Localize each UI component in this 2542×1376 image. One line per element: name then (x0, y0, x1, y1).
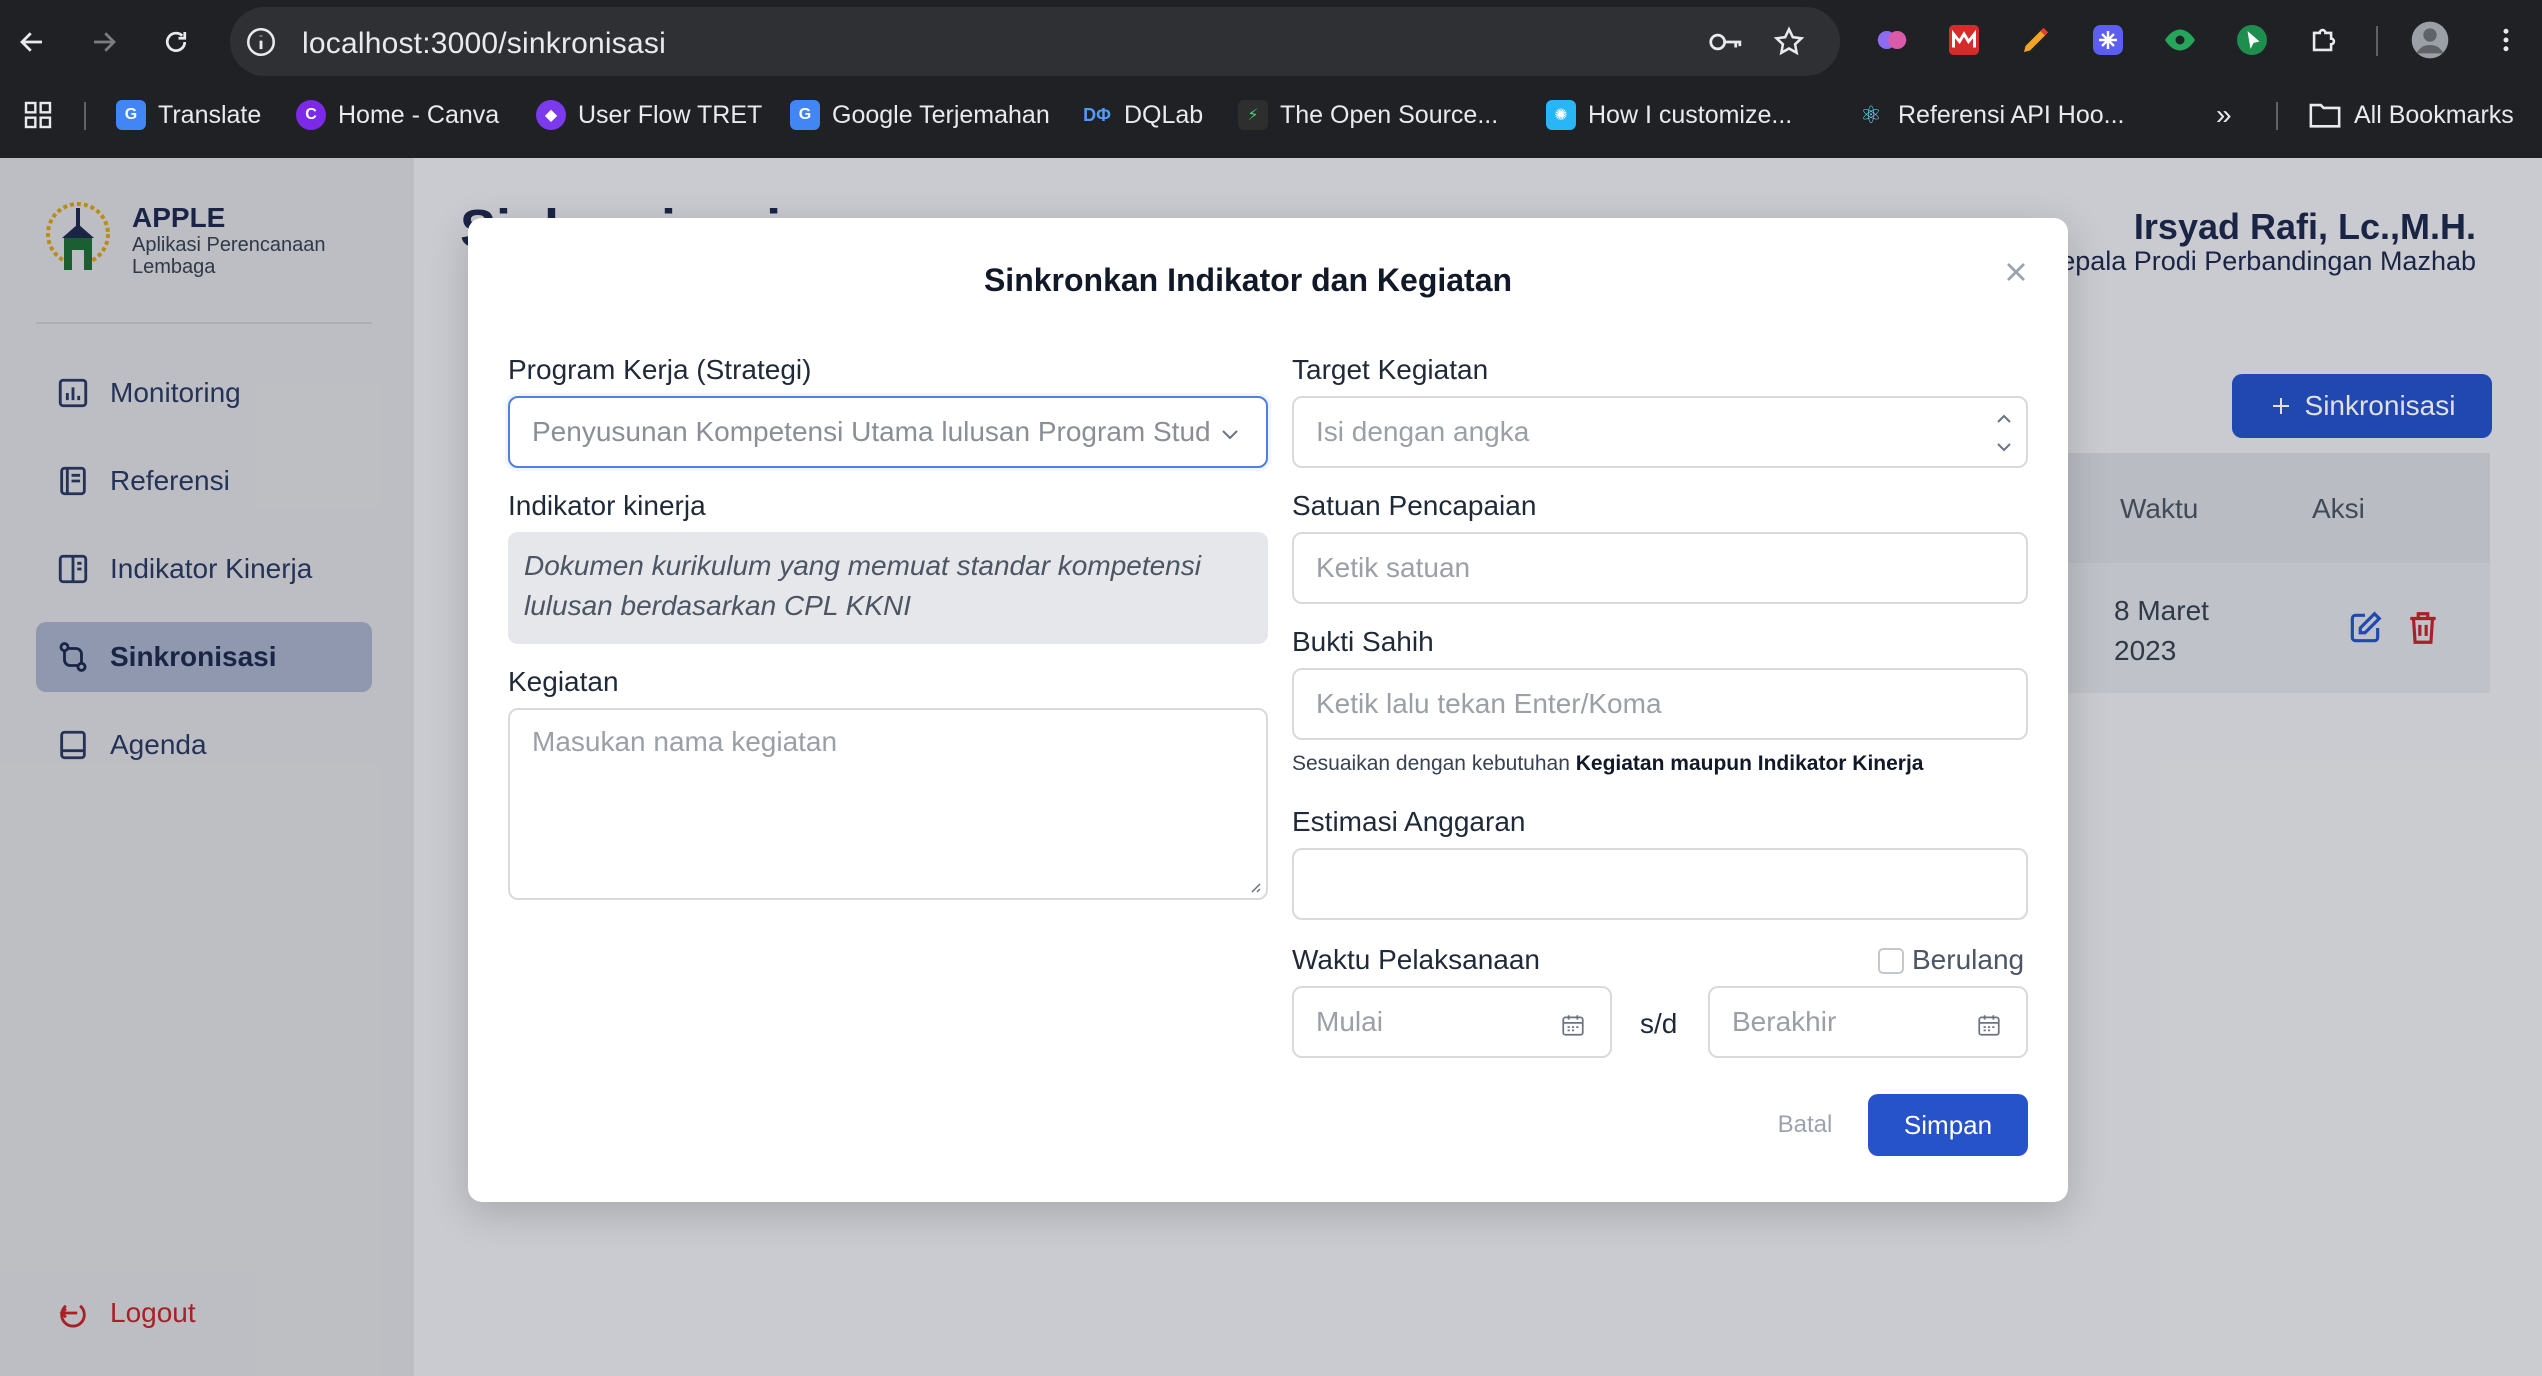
bookmark-star-icon[interactable] (1772, 25, 1806, 59)
google-translate-icon: G (790, 100, 820, 130)
browser-chrome: localhost:3000/sinkronisasi G Translate … (0, 0, 2542, 158)
calendar-icon (1562, 1015, 1584, 1036)
waktu-label: Waktu Pelaksanaan (1292, 944, 1540, 975)
indikator-value: Dokumen kurikulum yang memuat standar ko… (508, 532, 1268, 644)
satuan-label: Satuan Pencapaian (1292, 490, 1537, 521)
apps-grid-icon[interactable] (22, 90, 54, 140)
bookmark-label: Referensi API Hoo... (1898, 100, 2125, 129)
userflow-icon: ◆ (536, 100, 566, 130)
bookmark-label: Home - Canva (338, 100, 500, 129)
bookmark-open-source[interactable]: ⚡ The Open Source... (1238, 90, 1498, 140)
reload-icon[interactable] (150, 16, 202, 68)
berakhir-placeholder: Berakhir (1732, 1006, 1837, 1037)
bukti-label: Bukti Sahih (1292, 626, 1434, 657)
folder-icon (2309, 103, 2341, 128)
back-icon[interactable] (6, 16, 58, 68)
bookmarks-divider (2276, 102, 2278, 130)
bookmark-label: Google Terjemahan (832, 100, 1050, 129)
close-icon[interactable] (2000, 256, 2032, 288)
anggaran-label: Estimasi Anggaran (1292, 806, 1526, 837)
sd-label: s/d (1640, 1008, 1678, 1039)
eye-extension-icon[interactable] (2160, 20, 2200, 60)
mulai-date-input[interactable]: Mulai (1292, 986, 1612, 1058)
bookmark-referensi-api[interactable]: ⚛ Referensi API Hoo... (1856, 90, 2125, 140)
bukti-hint: Sesuaikan dengan kebutuhan Kegiatan maup… (1292, 752, 1923, 776)
address-bar[interactable]: localhost:3000/sinkronisasi (230, 7, 1840, 76)
bookmark-label: How I customize... (1588, 100, 1793, 129)
target-placeholder: Isi dengan angka (1316, 416, 1530, 447)
bookmark-how-i-customize[interactable]: ✺ How I customize... (1546, 90, 1792, 140)
bukti-input[interactable]: Ketik lalu tekan Enter/Koma (1292, 668, 2028, 740)
kegiatan-label: Kegiatan (508, 666, 619, 697)
mulai-placeholder: Mulai (1316, 1006, 1383, 1037)
bookmark-translate[interactable]: G Translate (116, 90, 261, 140)
bookmark-user-flow[interactable]: ◆ User Flow TRET (536, 90, 762, 140)
bookmark-label: User Flow TRET (578, 100, 763, 129)
target-input[interactable]: Isi dengan angka (1292, 396, 2028, 468)
satuan-placeholder: Ketik satuan (1316, 552, 1471, 583)
calendar-icon (1978, 1015, 2000, 1036)
kegiatan-placeholder: Masukan nama kegiatan (532, 726, 838, 757)
program-kerja-select[interactable]: Penyusunan Kompetensi Utama lulusan Prog… (508, 396, 1268, 468)
bookmarks-bar: G Translate C Home - Canva ◆ User Flow T… (0, 90, 2542, 140)
dqlab-icon: DΦ (1083, 104, 1111, 125)
customize-icon: ✺ (1546, 100, 1576, 130)
google-translate-icon: G (116, 100, 146, 130)
bookmark-label: DQLab (1124, 100, 1204, 129)
all-bookmarks-label: All Bookmarks (2354, 100, 2514, 129)
resize-handle-icon[interactable] (1246, 878, 1262, 894)
chevron-down-icon (1222, 430, 1238, 440)
berakhir-date-input[interactable]: Berakhir (1708, 986, 2028, 1058)
mendeley-extension-icon[interactable] (1944, 20, 1984, 60)
open-source-icon: ⚡ (1238, 100, 1268, 130)
program-kerja-label: Program Kerja (Strategi) (508, 354, 812, 385)
cancel-button[interactable]: Batal (1750, 1094, 1860, 1156)
canva-icon: C (296, 100, 326, 130)
bookmarks-divider (84, 102, 86, 130)
number-stepper-icon[interactable] (1992, 404, 2016, 462)
browser-menu-icon[interactable] (2486, 20, 2526, 60)
toolbar-divider (2376, 26, 2378, 56)
berulang-label[interactable]: Berulang (1912, 944, 2024, 976)
bukti-placeholder: Ketik lalu tekan Enter/Koma (1316, 688, 1662, 719)
more-bookmarks-button[interactable]: » (2216, 90, 2232, 140)
program-kerja-value: Penyusunan Kompetensi Utama lulusan Prog… (532, 416, 1212, 447)
bookmark-label: The Open Source... (1280, 100, 1499, 129)
modal-title: Sinkronkan Indikator dan Kegiatan (983, 262, 1513, 298)
bukti-hint-bold: Kegiatan maupun Indikator Kinerja (1575, 752, 1924, 775)
brain-extension-icon[interactable] (1872, 20, 1912, 60)
ai-extension-icon[interactable] (2088, 20, 2128, 60)
berulang-checkbox[interactable] (1878, 948, 1904, 974)
bookmark-google-terjemahan[interactable]: G Google Terjemahan (790, 90, 1050, 140)
react-icon: ⚛ (1860, 101, 1882, 129)
anggaran-input[interactable] (1292, 848, 2028, 920)
extensions-puzzle-icon[interactable] (2304, 20, 2344, 60)
password-key-icon[interactable] (1708, 25, 1742, 59)
kegiatan-textarea[interactable]: Masukan nama kegiatan (508, 708, 1268, 900)
cursor-extension-icon[interactable] (2232, 20, 2272, 60)
forward-icon[interactable] (78, 16, 130, 68)
profile-avatar-icon[interactable] (2410, 20, 2450, 60)
save-button[interactable]: Simpan (1868, 1094, 2028, 1156)
site-info-icon[interactable] (244, 25, 278, 59)
url-text[interactable]: localhost:3000/sinkronisasi (302, 27, 666, 61)
pen-extension-icon[interactable] (2016, 20, 2056, 60)
indikator-label: Indikator kinerja (508, 490, 706, 521)
bookmark-label: Translate (158, 100, 262, 129)
bookmark-dqlab[interactable]: DΦ DQLab (1082, 90, 1203, 140)
target-label: Target Kegiatan (1292, 354, 1489, 385)
sync-modal: Sinkronkan Indikator dan Kegiatan Progra… (468, 218, 2068, 1202)
satuan-input[interactable]: Ketik satuan (1292, 532, 2028, 604)
all-bookmarks-button[interactable]: All Bookmarks (2308, 90, 2514, 140)
bukti-hint-text: Sesuaikan dengan kebutuhan (1292, 752, 1570, 775)
bookmark-canva[interactable]: C Home - Canva (296, 90, 499, 140)
